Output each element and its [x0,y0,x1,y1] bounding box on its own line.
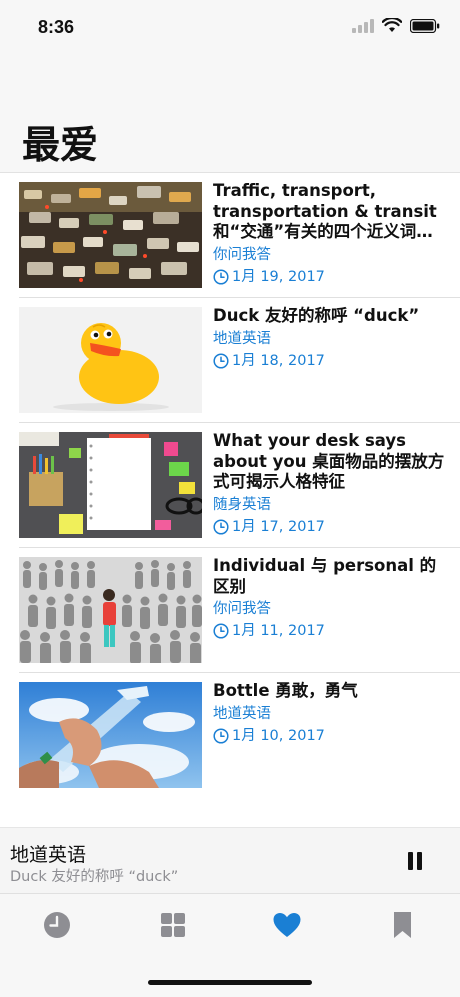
item-text: Individual 与 personal 的区别 你问我答 1月 11, 20… [213,556,446,641]
item-category: 你问我答 [213,601,271,617]
item-date: 1月 18, 2017 [213,351,446,371]
page-header: 最爱 [0,56,460,173]
status-icons [352,18,440,33]
status-bar: 8:36 [0,0,460,56]
traffic-thumbnail [19,182,202,288]
mini-player[interactable]: 地道英语 Duck 友好的称呼 “duck” [0,827,460,894]
grid-icon [161,913,185,937]
home-indicator[interactable] [148,980,312,985]
clock-icon [213,727,229,744]
item-date-text: 1月 17, 2017 [232,518,325,535]
item-category: 地道英语 [213,330,271,347]
status-time: 8:36 [38,17,75,37]
item-title: Individual 与 personal 的区别 [213,556,437,596]
mini-player-subtitle: Duck 友好的称呼 “duck” [10,869,179,885]
item-date-text: 1月 11, 2017 [232,623,325,639]
item-date: 1月 11, 2017 [213,621,446,641]
list-item[interactable]: Individual 与 personal 的区别 你问我答 1月 11, 20… [0,548,460,673]
item-title: Duck 友好的称呼 “duck” [213,306,420,325]
battery-icon [410,18,440,33]
item-date: 1月 19, 2017 [213,267,446,287]
mini-player-title: 地道英语 [10,844,87,866]
tab-recent[interactable] [42,910,72,940]
tab-bookmarks[interactable] [388,910,418,940]
item-title: What your desk says about you 桌面物品的摆放方式可… [213,431,445,491]
item-text: Bottle 勇敢，勇气 地道英语 1月 10, 2017 [213,681,446,746]
clock-icon [213,518,229,535]
tab-favorites[interactable] [272,910,302,940]
item-date: 1月 17, 2017 [213,517,446,537]
heart-icon [273,913,301,937]
clock-icon [213,352,229,369]
list-item[interactable]: What your desk says about you 桌面物品的摆放方式可… [0,423,460,548]
item-text: Duck 友好的称呼 “duck” 地道英语 1月 18, 2017 [213,306,446,371]
pause-icon-bar [417,852,422,870]
signal-icon [352,18,374,33]
list-item[interactable]: Duck 友好的称呼 “duck” 地道英语 1月 18, 2017 [0,298,460,423]
item-category: 随身英语 [213,496,271,513]
bookmark-icon [394,912,411,938]
list-item[interactable]: Traffic, transport, transportation & tra… [0,173,460,298]
item-date-text: 1月 10, 2017 [232,727,325,744]
item-category: 你问我答 [213,246,271,263]
favorites-list: Traffic, transport, transportation & tra… [0,173,460,798]
pause-icon [408,852,413,870]
clock-icon [213,268,229,285]
item-title: Traffic, transport, transportation & tra… [213,181,437,241]
tab-programs[interactable] [158,910,188,940]
clock-icon [44,912,70,938]
crowd-thumbnail [19,557,202,663]
item-text: Traffic, transport, transportation & tra… [213,181,446,287]
pause-button[interactable] [402,848,428,874]
item-date-text: 1月 18, 2017 [232,352,325,369]
item-text: What your desk says about you 桌面物品的摆放方式可… [213,431,446,537]
list-item[interactable]: Bottle 勇敢，勇气 地道英语 1月 10, 2017 [0,673,460,798]
wifi-icon [382,18,402,32]
bottle-thumbnail [19,682,202,788]
page-title: 最爱 [22,123,99,167]
duck-thumbnail [19,307,202,413]
desk-thumbnail [19,432,202,538]
item-title: Bottle 勇敢，勇气 [213,681,358,700]
item-category: 地道英语 [213,705,271,722]
clock-icon [213,623,229,639]
item-date-text: 1月 19, 2017 [232,268,325,285]
item-date: 1月 10, 2017 [213,726,446,746]
